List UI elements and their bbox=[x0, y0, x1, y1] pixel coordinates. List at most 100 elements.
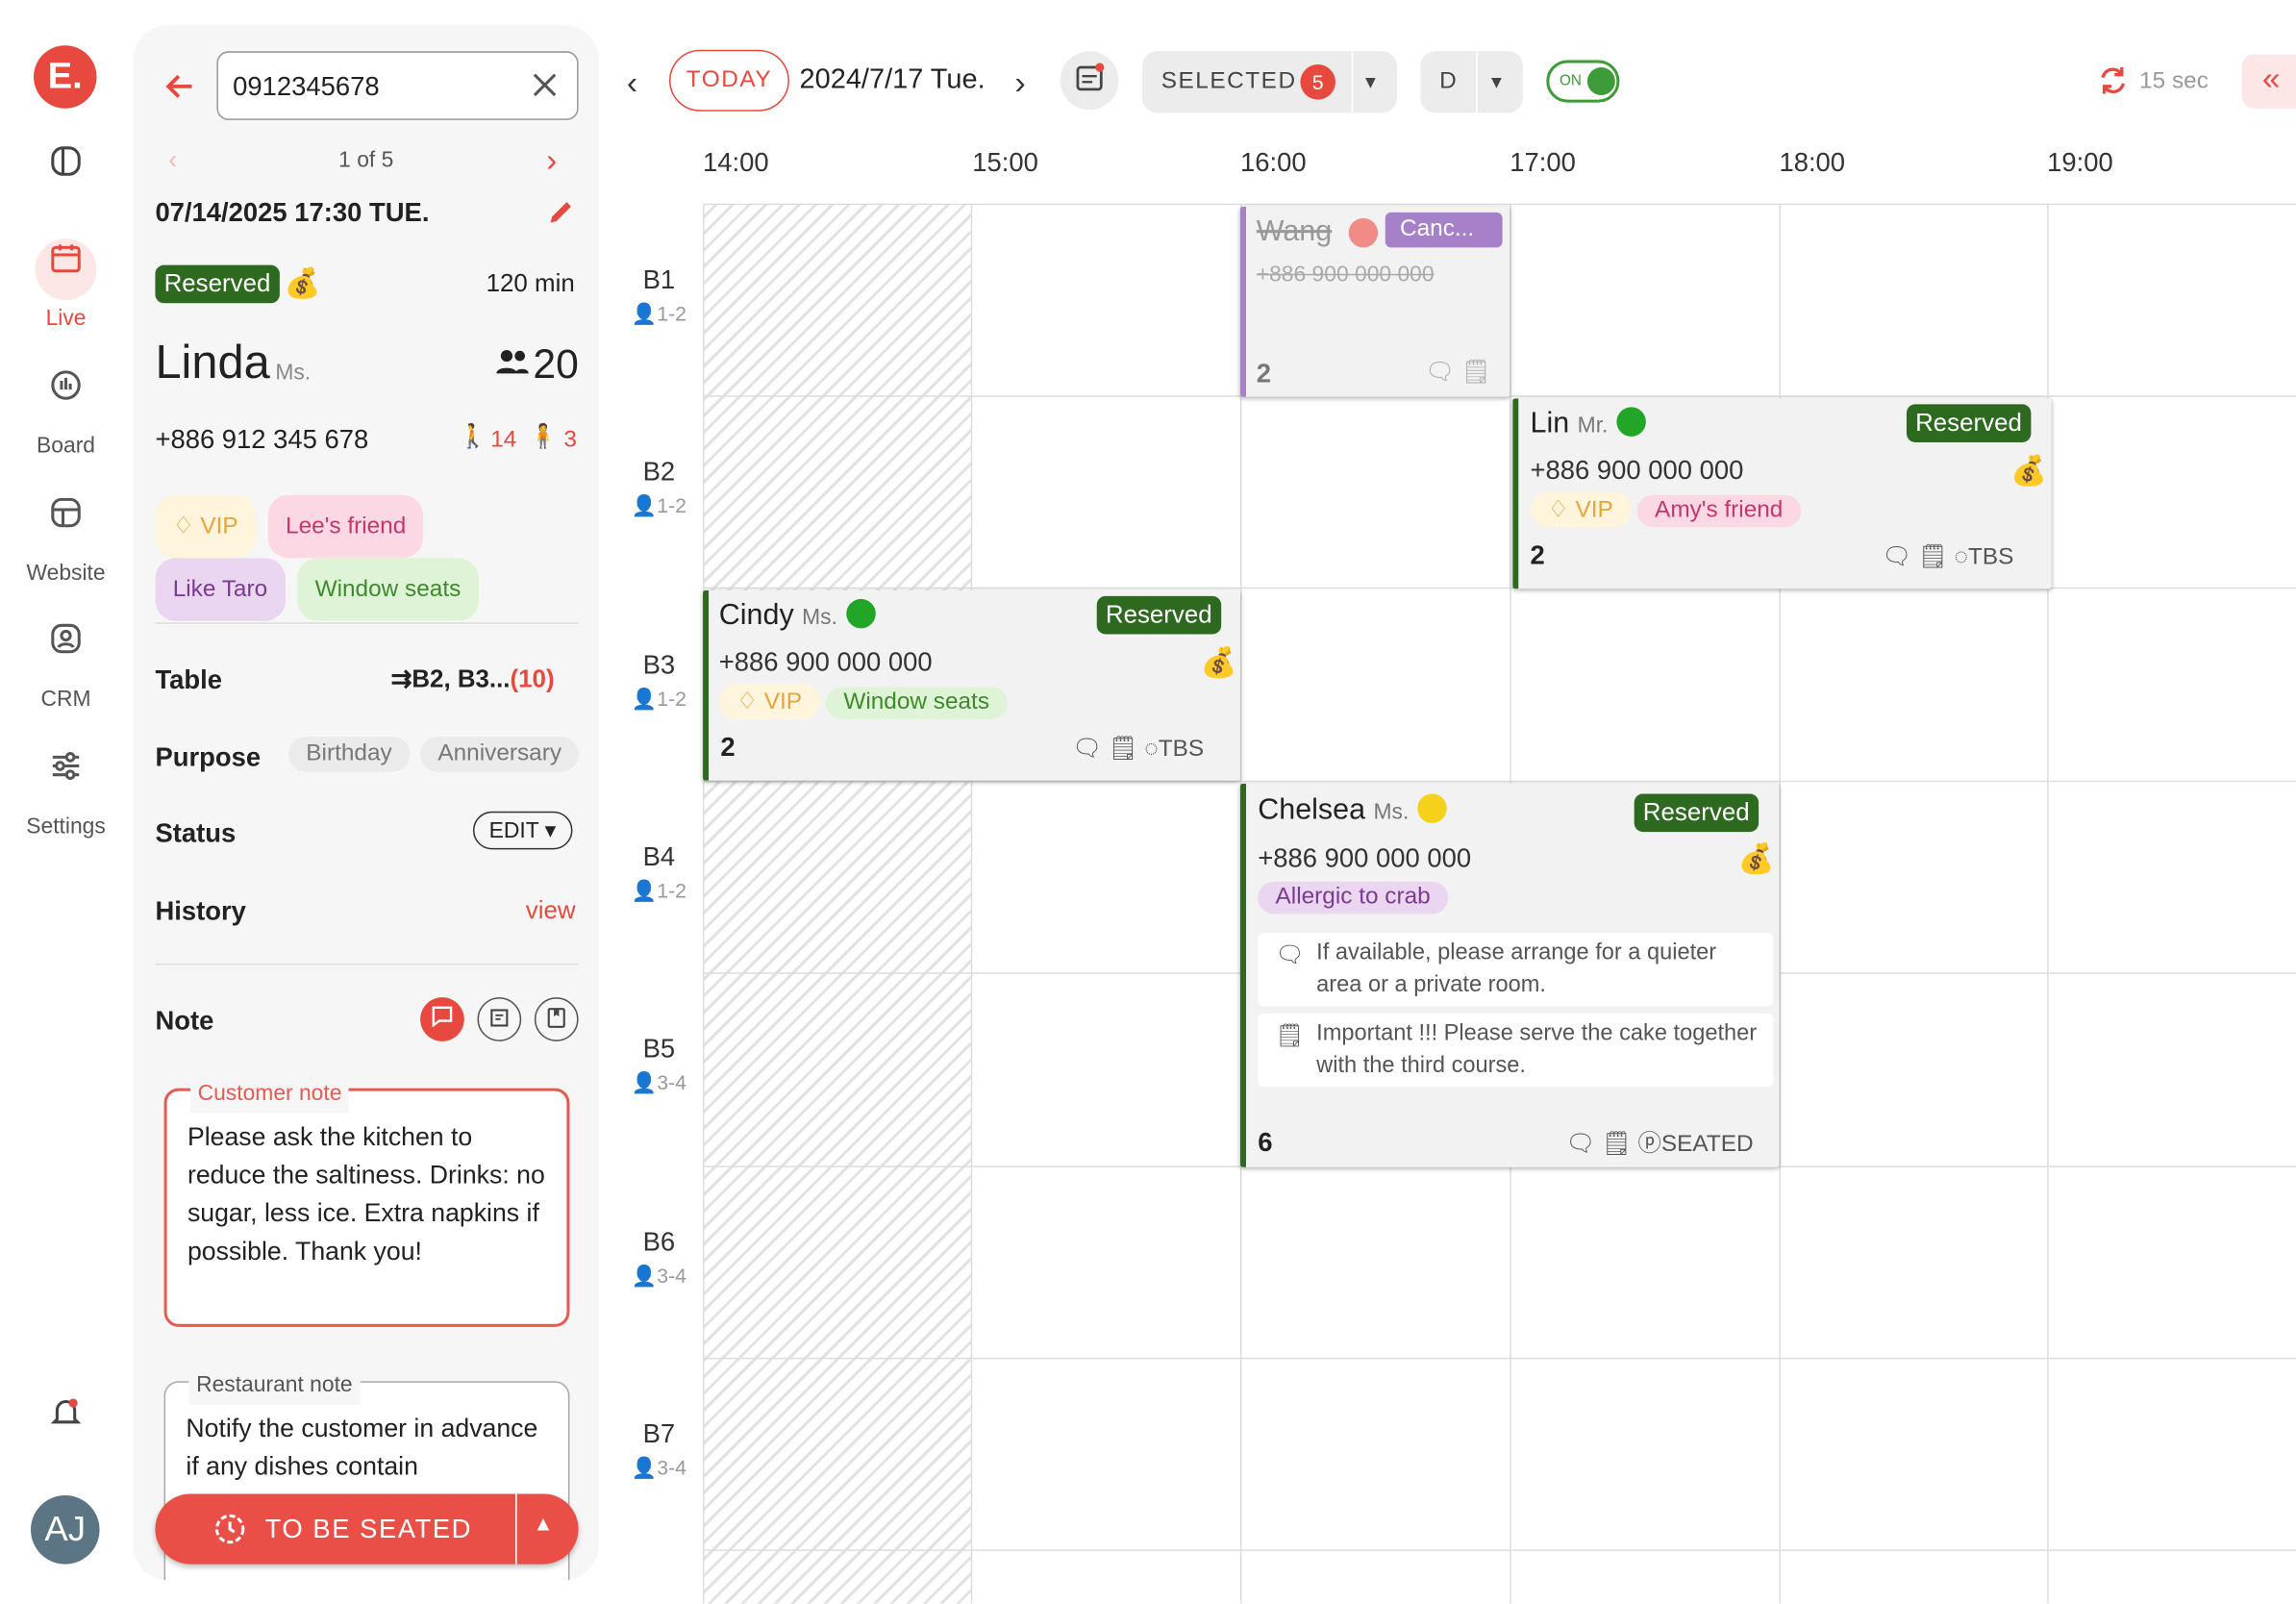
table-link[interactable]: ⇉B2, B3...(10) bbox=[391, 664, 555, 693]
customer-note-preview: 🗨 If available, please arrange for a qui… bbox=[1258, 933, 1774, 1007]
booking-card-wang[interactable]: Wang Canc... +886 900 000 000 2 🗨 🗒 bbox=[1239, 206, 1510, 397]
restaurant-note-icon[interactable] bbox=[477, 997, 522, 1041]
selected-filter[interactable]: SELECTED 5 ▼ bbox=[1141, 51, 1397, 113]
booking-state: TBS bbox=[1967, 544, 2014, 570]
booking-state: SEATED bbox=[1660, 1132, 1754, 1158]
hour-label: 19:00 bbox=[2047, 147, 2113, 178]
nav-crm[interactable]: CRM bbox=[0, 619, 132, 712]
party-size: 20 bbox=[533, 340, 579, 388]
table-name: B4 bbox=[642, 841, 676, 872]
nav-website[interactable]: Website bbox=[0, 493, 132, 586]
note-icons: 🗨 🗒 ◌TBS bbox=[1071, 737, 1205, 762]
current-date[interactable]: 2024/7/17 Tue. bbox=[800, 64, 986, 97]
customer-note-text: Please ask the kitchen to reduce the sal… bbox=[187, 1121, 545, 1266]
table-row-label[interactable]: B6 👤3-4 bbox=[622, 1227, 695, 1289]
memo-icon: 🗒 bbox=[1275, 1023, 1305, 1049]
calendar-note-icon bbox=[1076, 63, 1105, 91]
purpose-anniversary[interactable]: Anniversary bbox=[420, 737, 580, 772]
purpose-label: Purpose bbox=[155, 742, 262, 772]
view-mode-select[interactable]: D ▼ bbox=[1420, 51, 1523, 113]
customer-note-icon[interactable] bbox=[420, 997, 464, 1041]
view-mode-dropdown-icon[interactable]: ▼ bbox=[1487, 51, 1505, 113]
status-label: Status bbox=[155, 818, 237, 848]
booking-card-cindy[interactable]: Cindy Ms. Reserved +886 900 000 000 💰 ♢ … bbox=[703, 589, 1240, 781]
date-picker-button[interactable] bbox=[1060, 51, 1119, 111]
selected-label: SELECTED bbox=[1160, 68, 1297, 94]
table-row-label[interactable]: B2 👤1-2 bbox=[622, 457, 695, 518]
customer-note-legend: Customer note bbox=[189, 1074, 350, 1114]
selected-dropdown-icon[interactable]: ▼ bbox=[1361, 51, 1379, 113]
grid-line bbox=[703, 1549, 2296, 1551]
child-icon: 🧍 bbox=[528, 424, 559, 450]
clear-icon[interactable] bbox=[530, 70, 559, 107]
refresh-interval: 15 sec bbox=[2139, 68, 2209, 94]
booking-guest-count: 2 bbox=[720, 732, 736, 762]
prev-day-chevron-icon[interactable]: ‹ bbox=[627, 64, 637, 103]
calendar-icon bbox=[35, 238, 97, 301]
user-avatar[interactable]: AJ bbox=[30, 1494, 100, 1565]
auto-refresh-toggle[interactable]: ON bbox=[1546, 60, 1620, 103]
seat-dropdown-arrow-icon[interactable]: ▲ bbox=[533, 1512, 555, 1535]
table-name: B7 bbox=[642, 1418, 676, 1449]
nav-live[interactable]: Live bbox=[0, 238, 132, 331]
hour-label: 18:00 bbox=[1779, 147, 1846, 178]
booking-title: Ms. bbox=[1373, 799, 1410, 825]
table-name: B2 bbox=[642, 457, 676, 487]
customer-note-box[interactable]: Customer note Please ask the kitchen to … bbox=[163, 1074, 570, 1327]
today-button[interactable]: TODAY bbox=[669, 49, 789, 112]
note-icons: 🗨 🗒 ◌TBS bbox=[1882, 544, 2014, 570]
booking-phone: +886 900 000 000 bbox=[1256, 262, 1435, 288]
grid-line bbox=[703, 203, 2296, 206]
next-day-chevron-icon[interactable]: › bbox=[1014, 64, 1025, 103]
timer-icon bbox=[213, 1513, 246, 1552]
table-row-label[interactable]: B5 👤3-4 bbox=[622, 1034, 695, 1095]
reserved-badge: Reserved bbox=[1906, 404, 2032, 442]
reserved-badge: Reserved bbox=[1096, 595, 1221, 635]
note-label: Note bbox=[155, 1006, 214, 1036]
booking-guest-count: 6 bbox=[1258, 1127, 1273, 1158]
notifications-button[interactable] bbox=[0, 1392, 132, 1460]
table-row-label[interactable]: B7 👤3-4 bbox=[622, 1419, 695, 1481]
app-logo[interactable]: E. bbox=[34, 45, 97, 109]
tag-amys-friend: Amy's friend bbox=[1636, 494, 1801, 528]
nav-board[interactable]: Board bbox=[0, 366, 132, 459]
table-name: B6 bbox=[642, 1227, 676, 1257]
next-chevron-icon[interactable]: › bbox=[546, 142, 557, 181]
table-row-label[interactable]: B1 👤1-2 bbox=[622, 265, 695, 327]
tag-vip: ♢ VIP bbox=[1530, 491, 1632, 528]
status-dot bbox=[1417, 793, 1447, 823]
nav-board-label: Board bbox=[37, 433, 96, 459]
money-bag-icon: 💰 bbox=[284, 267, 321, 301]
nav-panel-toggle[interactable] bbox=[0, 142, 132, 210]
table-capacity: 👤1-2 bbox=[631, 301, 687, 326]
cancelled-badge: Canc... bbox=[1385, 212, 1503, 248]
reservation-detail-panel: 0912345678 ‹ 1 of 5 › 07/14/2025 17:30 T… bbox=[133, 24, 599, 1581]
restaurant-note-text: Notify the customer in advance if any di… bbox=[186, 1413, 538, 1481]
search-input[interactable]: 0912345678 bbox=[216, 51, 579, 120]
booking-card-chelsea[interactable]: Chelsea Ms. Reserved +886 900 000 000 💰 … bbox=[1239, 783, 1780, 1167]
button-divider bbox=[515, 1493, 517, 1565]
table-name: B5 bbox=[642, 1034, 676, 1064]
purpose-birthday[interactable]: Birthday bbox=[288, 737, 410, 772]
status-dot bbox=[846, 598, 876, 629]
table-name: B1 bbox=[642, 264, 676, 295]
edit-pencil-icon[interactable] bbox=[546, 198, 575, 235]
status-edit-dropdown[interactable]: EDIT ▾ bbox=[472, 811, 572, 850]
search-value: 0912345678 bbox=[233, 71, 380, 102]
table-row-label[interactable]: B3 👤1-2 bbox=[622, 650, 695, 712]
collapse-panel-icon[interactable]: « bbox=[2241, 54, 2296, 109]
guest-title: Ms. bbox=[275, 360, 312, 386]
restaurant-note-legend: Restaurant note bbox=[188, 1366, 361, 1405]
to-be-seated-button[interactable]: TO BE SEATED ▲ bbox=[155, 1493, 579, 1565]
tag-lees-friend: Lee's friend bbox=[267, 494, 424, 559]
booking-name: Cindy Ms. bbox=[719, 598, 876, 633]
history-view-link[interactable]: view bbox=[526, 896, 576, 925]
table-row-label[interactable]: B4 👤1-2 bbox=[622, 842, 695, 904]
bookmark-note-icon[interactable] bbox=[534, 997, 579, 1041]
refresh-icon[interactable] bbox=[2097, 64, 2130, 104]
nav-settings[interactable]: Settings bbox=[0, 747, 132, 840]
back-arrow-icon[interactable] bbox=[162, 69, 198, 112]
toggle-label: ON bbox=[1559, 73, 1582, 89]
booking-card-lin[interactable]: Lin Mr. Reserved +886 900 000 000 💰 ♢ VI… bbox=[1512, 398, 2052, 589]
guest-phone: +886 912 345 678 bbox=[155, 424, 369, 455]
